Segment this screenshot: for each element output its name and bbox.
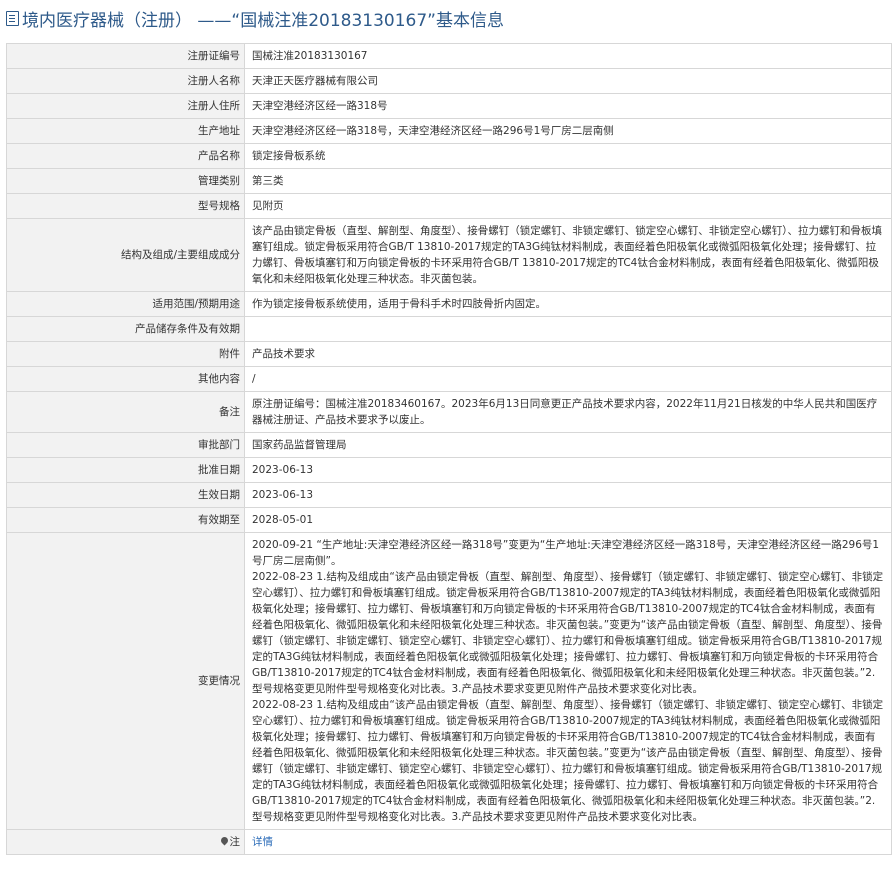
table-row: 生产地址 天津空港经济区经一路318号，天津空港经济区经一路296号1号厂房二层… bbox=[6, 118, 892, 144]
row-value: / bbox=[244, 366, 892, 392]
row-label: 附件 bbox=[6, 341, 245, 367]
table-row: 结构及组成/主要组成成分 该产品由锁定骨板（直型、解剖型、角度型）、接骨螺钉（锁… bbox=[6, 218, 892, 292]
table-row: 审批部门 国家药品监督管理局 bbox=[6, 432, 892, 458]
row-label: 其他内容 bbox=[6, 366, 245, 392]
info-table-container: 注册证编号 国械注准20183130167 注册人名称 天津正天医疗器械有限公司… bbox=[6, 43, 892, 855]
row-value: 原注册证编号：国械注准20183460167。2023年6月13日同意更正产品技… bbox=[244, 391, 892, 433]
row-value: 产品技术要求 bbox=[244, 341, 892, 367]
table-row: 有效期至 2028-05-01 bbox=[6, 507, 892, 533]
table-row: 管理类别 第三类 bbox=[6, 168, 892, 194]
row-label: 产品名称 bbox=[6, 143, 245, 169]
table-row: 注册证编号 国械注准20183130167 bbox=[6, 43, 892, 69]
change-entry: 2022-08-23 1.结构及组成由“该产品由锁定骨板（直型、解剖型、角度型）… bbox=[252, 699, 884, 823]
row-label: 生效日期 bbox=[6, 482, 245, 508]
table-row: 附件 产品技术要求 bbox=[6, 341, 892, 367]
table-row: 产品储存条件及有效期 bbox=[6, 316, 892, 342]
note-row: 注 详情 bbox=[6, 829, 892, 855]
row-value: 锁定接骨板系统 bbox=[244, 143, 892, 169]
row-label: 生产地址 bbox=[6, 118, 245, 144]
note-label: 注 bbox=[229, 836, 241, 848]
page-title-text: 境内医疗器械（注册） ——“国械注准20183130167”基本信息 bbox=[22, 10, 504, 31]
row-label: 注册证编号 bbox=[6, 43, 245, 69]
row-label: 管理类别 bbox=[6, 168, 245, 194]
changes-label: 变更情况 bbox=[6, 532, 245, 830]
row-value: 天津正天医疗器械有限公司 bbox=[244, 68, 892, 94]
row-value bbox=[244, 316, 892, 342]
page-title: 境内医疗器械（注册） ——“国械注准20183130167”基本信息 bbox=[0, 0, 892, 36]
table-row: 批准日期 2023-06-13 bbox=[6, 457, 892, 483]
document-icon bbox=[6, 10, 19, 26]
change-entry: 2022-08-23 1.结构及组成由“该产品由锁定骨板（直型、解剖型、角度型）… bbox=[252, 571, 884, 695]
row-label: 批准日期 bbox=[6, 457, 245, 483]
row-value: 该产品由锁定骨板（直型、解剖型、角度型）、接骨螺钉（锁定螺钉、非锁定螺钉、锁定空… bbox=[244, 218, 892, 292]
row-label: 产品储存条件及有效期 bbox=[6, 316, 245, 342]
row-value: 国械注准20183130167 bbox=[244, 43, 892, 69]
row-label: 备注 bbox=[6, 391, 245, 433]
row-value: 2023-06-13 bbox=[244, 482, 892, 508]
row-label: 注册人住所 bbox=[6, 93, 245, 119]
row-label: 审批部门 bbox=[6, 432, 245, 458]
row-label: 适用范围/预期用途 bbox=[6, 291, 245, 317]
table-row: 注册人名称 天津正天医疗器械有限公司 bbox=[6, 68, 892, 94]
row-label: 型号规格 bbox=[6, 193, 245, 219]
row-label: 结构及组成/主要组成成分 bbox=[6, 218, 245, 292]
table-row: 其他内容 / bbox=[6, 366, 892, 392]
row-value: 2023-06-13 bbox=[244, 457, 892, 483]
change-entry: 2020-09-21 “生产地址:天津空港经济区经一路318号”变更为“生产地址… bbox=[252, 539, 880, 567]
table-row: 适用范围/预期用途 作为锁定接骨板系统使用，适用于骨科手术时四肢骨折内固定。 bbox=[6, 291, 892, 317]
row-label: 注册人名称 bbox=[6, 68, 245, 94]
row-value: 第三类 bbox=[244, 168, 892, 194]
table-row: 型号规格 见附页 bbox=[6, 193, 892, 219]
changes-row: 变更情况 2020-09-21 “生产地址:天津空港经济区经一路318号”变更为… bbox=[6, 532, 892, 830]
row-value: 2028-05-01 bbox=[244, 507, 892, 533]
details-link[interactable]: 详情 bbox=[252, 836, 273, 848]
row-value: 天津空港经济区经一路318号 bbox=[244, 93, 892, 119]
info-table: 注册证编号 国械注准20183130167 注册人名称 天津正天医疗器械有限公司… bbox=[6, 43, 892, 855]
table-row: 生效日期 2023-06-13 bbox=[6, 482, 892, 508]
row-value: 见附页 bbox=[244, 193, 892, 219]
note-label-cell: 注 bbox=[6, 829, 245, 855]
pin-icon bbox=[219, 835, 229, 846]
row-value: 天津空港经济区经一路318号，天津空港经济区经一路296号1号厂房二层南侧 bbox=[244, 118, 892, 144]
row-value: 国家药品监督管理局 bbox=[244, 432, 892, 458]
changes-value: 2020-09-21 “生产地址:天津空港经济区经一路318号”变更为“生产地址… bbox=[244, 532, 892, 830]
note-value: 详情 bbox=[244, 829, 892, 855]
row-label: 有效期至 bbox=[6, 507, 245, 533]
table-row: 产品名称 锁定接骨板系统 bbox=[6, 143, 892, 169]
table-row: 备注 原注册证编号：国械注准20183460167。2023年6月13日同意更正… bbox=[6, 391, 892, 433]
table-row: 注册人住所 天津空港经济区经一路318号 bbox=[6, 93, 892, 119]
row-value: 作为锁定接骨板系统使用，适用于骨科手术时四肢骨折内固定。 bbox=[244, 291, 892, 317]
